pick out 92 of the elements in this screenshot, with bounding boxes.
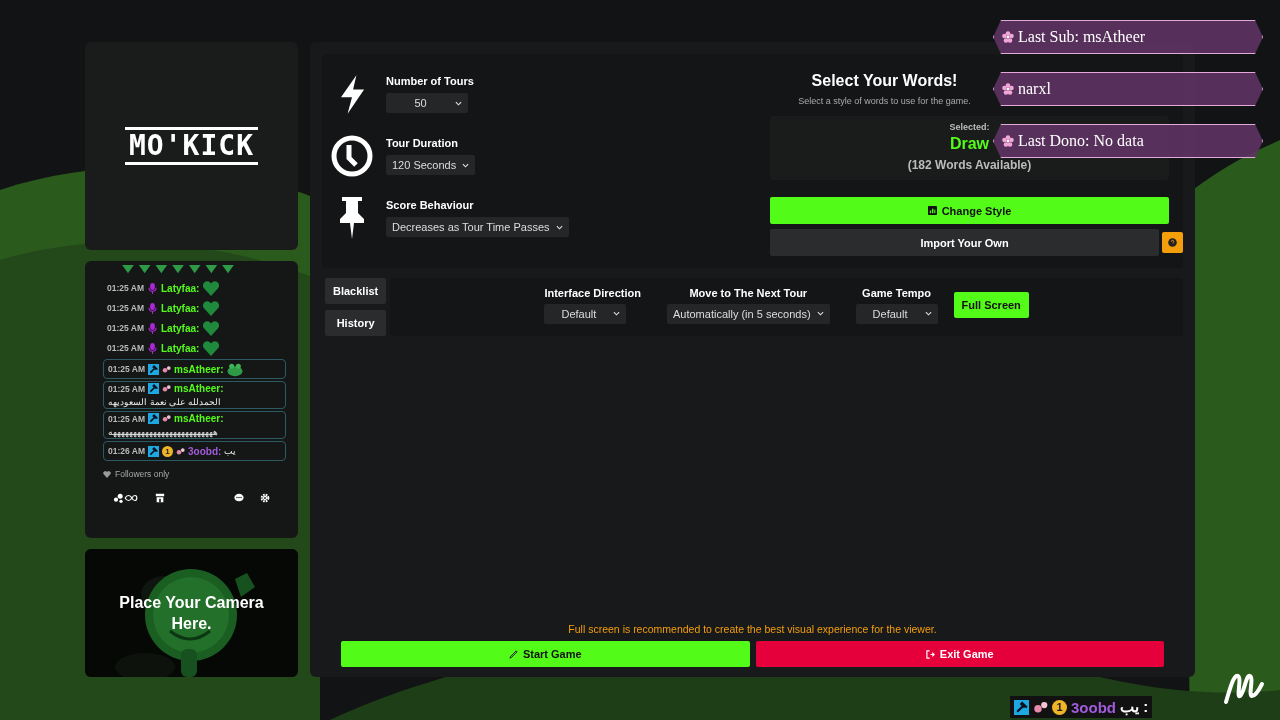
chat-icon[interactable]: [234, 493, 244, 503]
option-label: Move to The Next Tour: [689, 286, 808, 299]
option-label: Interface Direction: [544, 286, 641, 299]
flower-icon: [1002, 83, 1014, 95]
setting-label: Tour Duration: [386, 137, 459, 149]
username: 3oobd:: [188, 445, 222, 457]
dots-icon: [1033, 699, 1048, 715]
subscriber-badge: 1: [1052, 699, 1067, 715]
dots-icon: [162, 384, 171, 393]
start-game-button[interactable]: Start Game: [341, 641, 750, 667]
message-text: الحمدلله على نعمة السعوديهه: [108, 397, 221, 407]
flower-icon: [1002, 31, 1014, 43]
hammer-icon: [148, 413, 159, 424]
heart-emote-icon: [202, 320, 221, 336]
heart-emote-icon: [202, 340, 221, 356]
username: Latyfaa:: [161, 322, 200, 334]
dropdown[interactable]: 50: [386, 93, 468, 113]
import-button[interactable]: Import Your Own: [770, 229, 1159, 256]
heart-emote-icon: [202, 280, 221, 296]
option-label: Game Tempo: [862, 286, 931, 299]
microphone-icon: [147, 322, 158, 334]
alert-text: Last Sub: msAtheer: [1018, 28, 1146, 46]
microphone-icon: [147, 302, 158, 314]
dots-icon: [162, 364, 171, 374]
followers-only-label: Followers only: [115, 469, 170, 479]
frog-emote-icon: [226, 361, 245, 377]
message-text: ههههههههههههههههههههههههههه: [108, 427, 218, 437]
username: Latyfaa:: [161, 342, 200, 354]
help-icon[interactable]: [1162, 232, 1183, 253]
pen-icon: [508, 649, 518, 659]
chevron-icon: [924, 311, 932, 316]
section-title: Select Your Words!: [811, 72, 958, 90]
hammer-icon: [148, 383, 159, 394]
chevron-icon: [455, 100, 462, 106]
username: Latyfaa:: [161, 302, 200, 314]
username: msAtheer:: [174, 383, 224, 394]
setting-label: Number of Tours: [386, 75, 474, 87]
username: Latyfaa:: [161, 282, 200, 294]
section-subtitle: Select a style of words to use for the game.: [798, 96, 971, 106]
hammer-icon: [1014, 699, 1029, 715]
notice-text: Full screen is recommended to create the best visual experience for the viewer.: [567, 623, 938, 635]
setting-label: Score Behaviour: [386, 199, 475, 211]
message-text: يب :: [1120, 698, 1149, 716]
heart-emote-icon: [202, 300, 221, 316]
microphone-icon: [147, 342, 158, 354]
message-time: 01:25 AM: [107, 343, 144, 353]
username: msAtheer:: [174, 363, 224, 375]
username: msAtheer:: [174, 413, 224, 424]
message-time: 01:25 AM: [108, 413, 145, 424]
message-time: 01:26 AM: [108, 446, 145, 456]
selected-label: Selected:: [949, 122, 990, 132]
dropdown[interactable]: Default: [855, 303, 938, 324]
dots-icon: [176, 446, 185, 456]
message-time: 01:25 AM: [107, 283, 144, 293]
dropdown[interactable]: Default: [544, 303, 627, 324]
camera-placeholder-text: Place Your Camera Here.: [118, 593, 265, 634]
message-time: 01:25 AM: [107, 303, 144, 313]
chevron-icon: [462, 162, 470, 168]
message-time: 01:25 AM: [108, 364, 145, 374]
dots-icon: [162, 414, 171, 423]
username: 3oobd: [1071, 698, 1116, 716]
settings-icon[interactable]: [260, 493, 270, 503]
selected-style: Draw: [949, 135, 990, 153]
alert-text: Last Dono: No data: [1018, 132, 1144, 150]
side-button[interactable]: History: [325, 310, 387, 336]
message-text: يب: [224, 446, 237, 456]
heart-icon: [103, 470, 111, 478]
chevron-icon: [613, 311, 621, 316]
message-time: 01:25 AM: [107, 323, 144, 333]
change-style-button[interactable]: Change Style: [770, 197, 1169, 224]
chevron-icon: [555, 224, 563, 230]
full-screen-button[interactable]: Full Screen: [953, 292, 1029, 318]
flower-icon: [1002, 135, 1014, 147]
message-time: 01:25 AM: [108, 383, 145, 394]
word-count: (182 Words Available): [907, 158, 1032, 172]
subscriber-badge: 1: [162, 445, 173, 457]
chevron-icon: [816, 311, 824, 316]
logo: MO'KICK: [125, 127, 258, 165]
chart-icon: [927, 206, 937, 215]
clock-icon: [330, 134, 374, 178]
store-icon[interactable]: [155, 493, 165, 503]
infinity-icon[interactable]: [113, 493, 139, 503]
dropdown[interactable]: Automatically (in 5 seconds): [667, 303, 830, 324]
side-button[interactable]: Blacklist: [325, 278, 387, 304]
hammer-icon: [148, 363, 159, 375]
exit-icon: [925, 649, 935, 659]
microphone-icon: [147, 282, 158, 294]
exit-game-button[interactable]: Exit Game: [755, 641, 1164, 667]
dropdown[interactable]: Decreases as Tour Time Passes: [386, 217, 569, 237]
dropdown[interactable]: 120 Seconds: [386, 155, 476, 175]
hammer-icon: [148, 445, 159, 457]
alert-text: narxl: [1018, 80, 1051, 98]
